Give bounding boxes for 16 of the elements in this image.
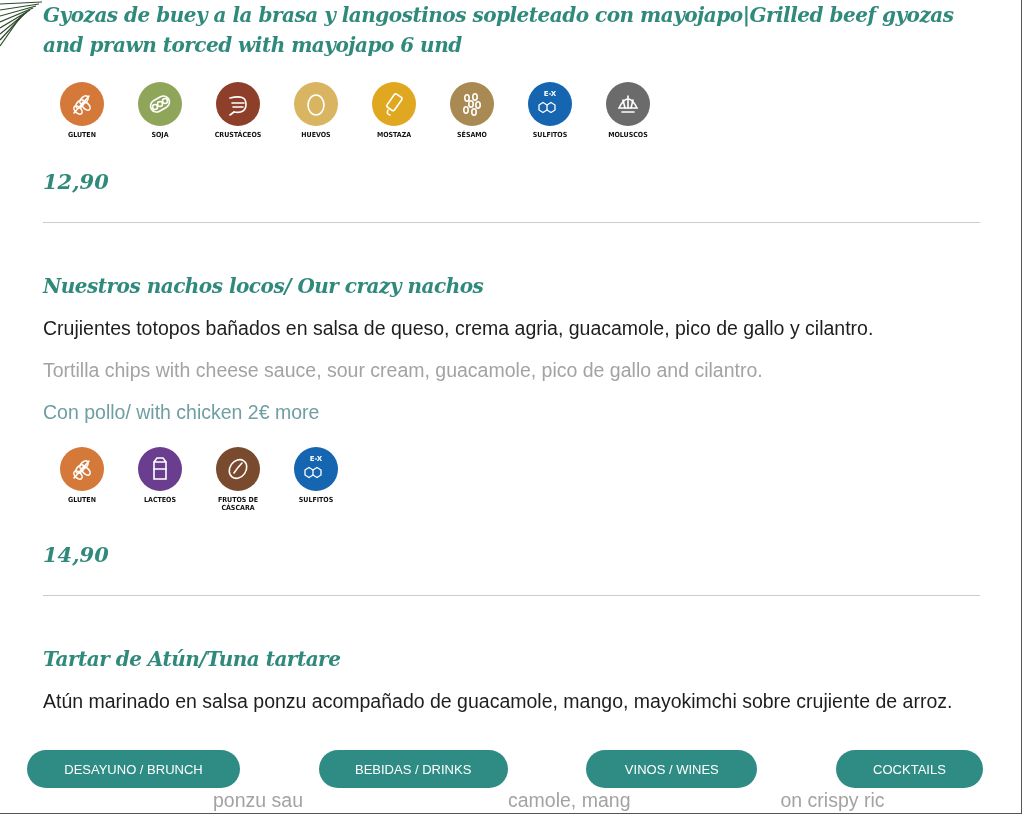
dish-price: 14,90 xyxy=(43,542,110,567)
dish-note: Con pollo/ with chicken 2€ more xyxy=(43,400,321,425)
dish-translation: ponzu sau xyxy=(213,789,303,811)
dish-title: Gyozas de buey a la brasa y langostinos sopleteado con mayojapo|Grilled beef gyozas and prawn torced with mayojapo 6 und xyxy=(43,2,955,59)
dish-description: Crujientes totopos bañados en salsa de queso, crema agria, guacamole, pico de gallo y cilantro. xyxy=(43,316,875,341)
dish-title: Tartar de Atún/Tuna tartare xyxy=(43,646,342,673)
dish-title: Nuestros nachos locos/ Our crazy nachos xyxy=(43,273,485,300)
category-button[interactable]: COCKTAILS xyxy=(835,750,983,788)
category-button[interactable]: DESAYUNO / BRUNCH xyxy=(27,750,240,788)
category-button[interactable]: VINOS / WINES xyxy=(586,750,758,788)
category-button[interactable]: BEBIDAS / DRINKS xyxy=(318,750,508,788)
dish-translation: Tortilla chips with cheese sauce, sour cream, guacamole, pico de gallo and cilantro. xyxy=(43,358,764,383)
dish-description: Atún marinado en salsa ponzu acompañado de guacamole, mango, mayokimchi sobre crujiente de arroz. xyxy=(43,689,954,714)
dish-translation: camole, mang xyxy=(508,789,631,811)
dish-translation: on crispy ric xyxy=(780,789,885,811)
dish-price: 12,90 xyxy=(43,169,110,194)
